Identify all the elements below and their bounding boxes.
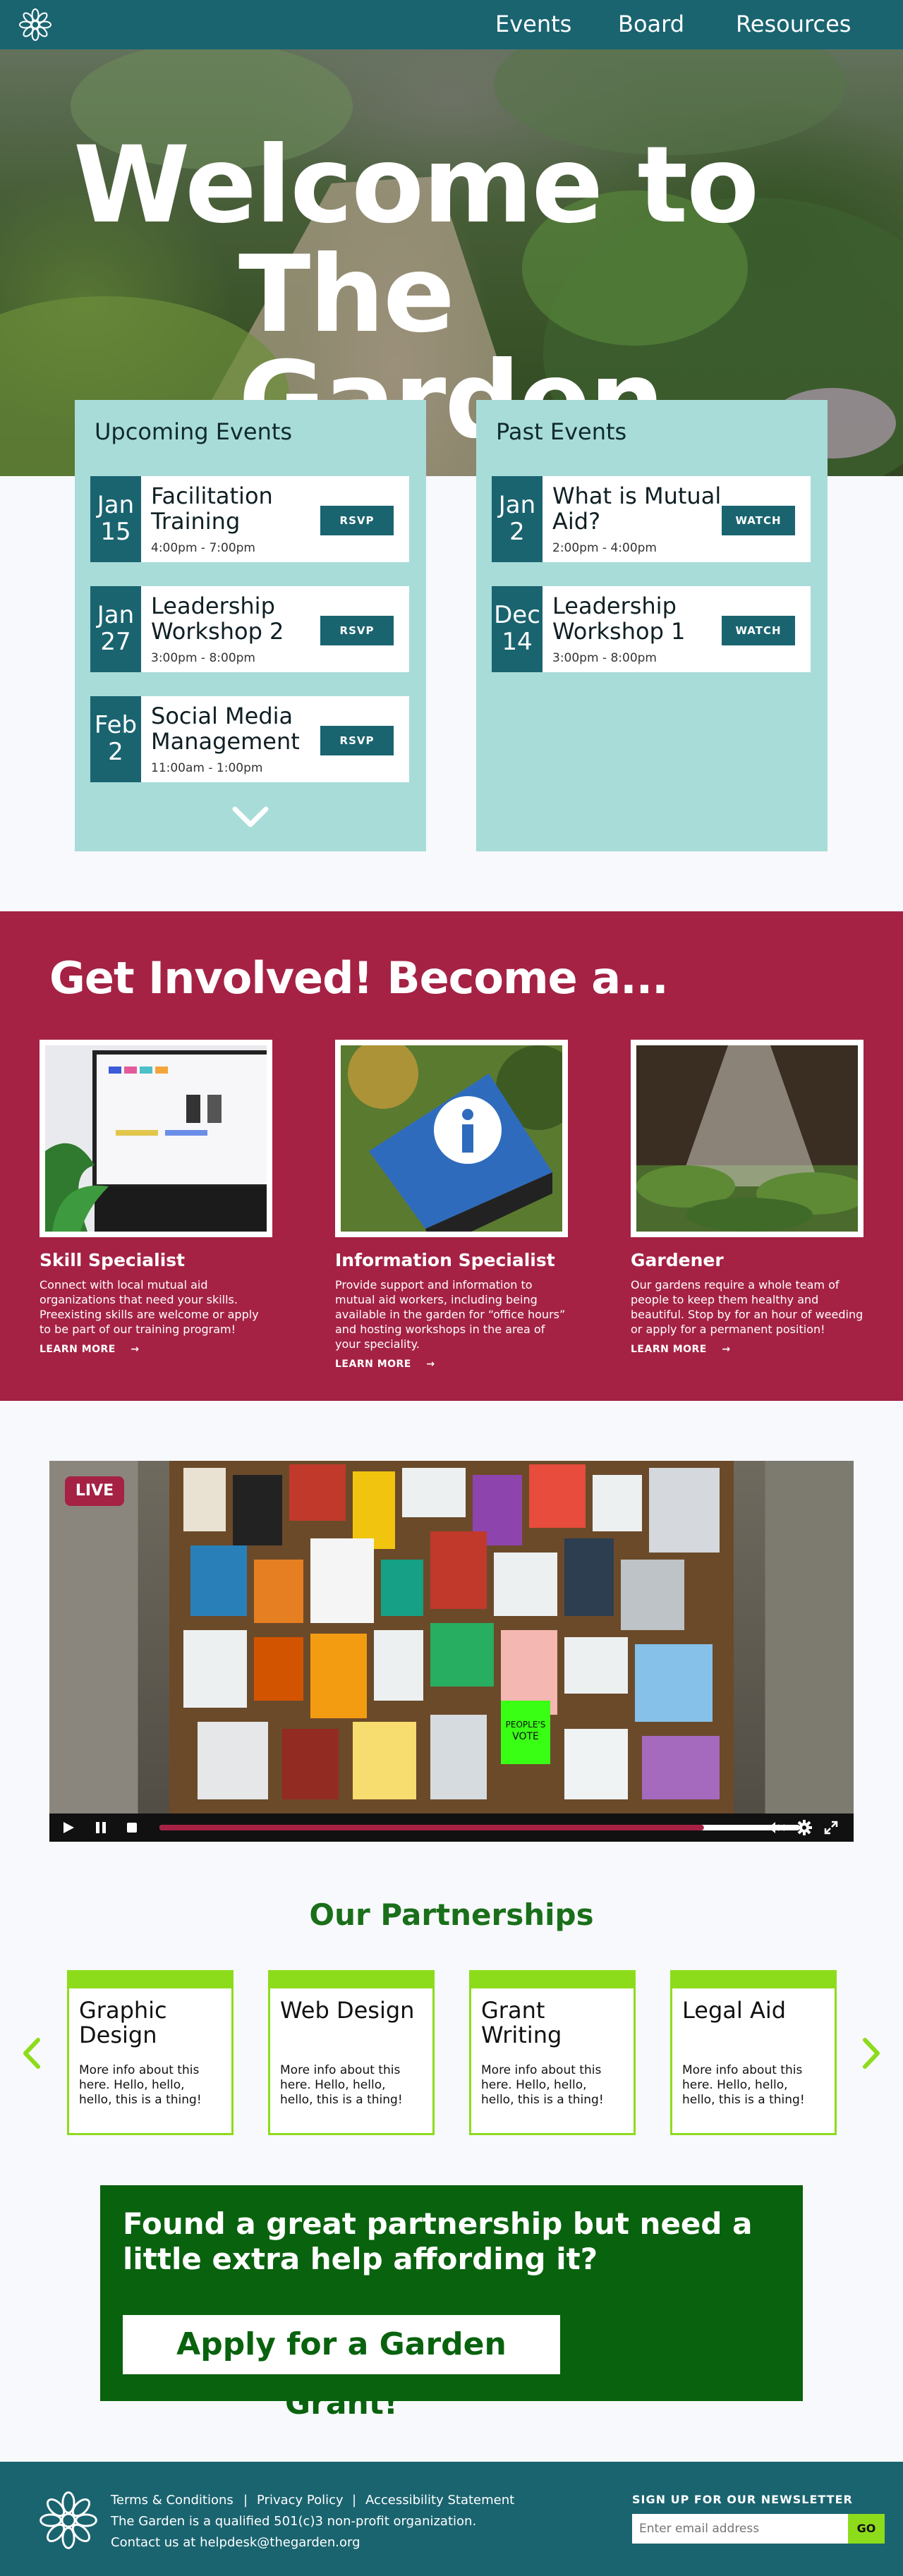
role-title: Gardener	[631, 1250, 724, 1270]
bulletin-board-image: PEOPLE'S VOTE	[169, 1461, 734, 1813]
event-time: 2:00pm - 4:00pm	[552, 541, 657, 555]
past-events-title: Past Events	[496, 418, 627, 445]
event-date: Feb 2	[90, 696, 141, 782]
watch-button[interactable]: WATCH	[722, 506, 795, 535]
role-title: Skill Specialist	[40, 1250, 186, 1270]
partnership-title: Web Design	[280, 1997, 415, 2024]
nav-board[interactable]: Board	[618, 11, 684, 37]
event-card: Dec 14 Leadership Workshop 1 3:00pm - 8:0…	[492, 586, 811, 672]
grant-callout: Found a great partnership but need a lit…	[100, 2185, 803, 2422]
flower-logo-icon[interactable]	[18, 8, 52, 42]
learn-more-link[interactable]: LEARN MORE →	[40, 1344, 272, 1355]
rsvp-button[interactable]: RSVP	[320, 616, 394, 645]
arrow-right-icon: →	[722, 1344, 731, 1355]
watering-image	[631, 1040, 863, 1237]
event-date: Jan 2	[492, 476, 543, 562]
partnerships-title: Our Partnerships	[309, 1897, 594, 1932]
role-description: Provide support and information to mutua…	[335, 1278, 566, 1351]
learn-more-link[interactable]: LEARN MORE →	[335, 1359, 568, 1370]
video-player[interactable]: PEOPLE'S VOTE LIVE	[49, 1461, 854, 1842]
event-name: Leadership Workshop 1	[552, 593, 686, 645]
event-card: Jan 2 What is Mutual Aid? 2:00pm - 4:00pm…	[492, 476, 811, 562]
event-card: Jan 15 Facilitation Training 4:00pm - 7:0…	[90, 476, 409, 562]
arrow-right-icon: →	[131, 1344, 140, 1355]
event-time: 11:00am - 1:00pm	[151, 761, 263, 775]
nav-events[interactable]: Events	[495, 11, 571, 37]
event-time: 4:00pm - 7:00pm	[151, 541, 255, 555]
flower-logo-icon	[40, 2491, 97, 2549]
laptop-image	[40, 1040, 272, 1237]
chevron-down-icon[interactable]	[231, 805, 270, 829]
footer-separator: |	[352, 2493, 357, 2508]
partnership-description: More info about this here. Hello, hello,…	[481, 2063, 604, 2107]
terms-link[interactable]: Terms & Conditions	[111, 2493, 234, 2508]
partnership-card-web-design[interactable]: Web Design More info about this here. He…	[268, 1970, 435, 2135]
poster-text-1: PEOPLE'S	[506, 1720, 546, 1730]
event-date: Jan 15	[90, 476, 141, 562]
partnership-card-grant-writing[interactable]: Grant Writing More info about this here.…	[469, 1970, 636, 2135]
partnership-description: More info about this here. Hello, hello,…	[280, 2063, 403, 2107]
event-card: Feb 2 Social Media Management 11:00am - 1…	[90, 696, 409, 782]
contact-info: Contact us at helpdesk@thegarden.org	[111, 2535, 360, 2550]
live-badge: LIVE	[65, 1476, 124, 1506]
newsletter-go-button[interactable]: GO	[848, 2514, 885, 2544]
video-progress-bar[interactable]	[159, 1825, 800, 1830]
nav-resources[interactable]: Resources	[736, 11, 851, 37]
role-title: Information Specialist	[335, 1250, 555, 1270]
role-card-information-specialist: Information Specialist Provide support a…	[335, 1040, 568, 1370]
chevron-left-icon[interactable]	[20, 2036, 42, 2071]
partnership-title: Grant Writing	[481, 1997, 562, 2048]
newsletter-email-input[interactable]	[632, 2514, 848, 2544]
event-name: Social Media Management	[151, 703, 300, 755]
newsletter-label: SIGN UP FOR OUR NEWSLETTER	[632, 2493, 853, 2506]
event-date: Dec 14	[492, 586, 543, 672]
event-name: Facilitation Training	[151, 482, 273, 535]
rsvp-button[interactable]: RSVP	[320, 726, 394, 755]
upcoming-events-title: Upcoming Events	[95, 418, 293, 445]
partnership-title: Legal Aid	[682, 1997, 787, 2024]
event-name: What is Mutual Aid?	[552, 482, 722, 535]
event-date: Jan 27	[90, 586, 141, 672]
information-sign-image	[335, 1040, 568, 1237]
mute-icon[interactable]	[766, 1821, 787, 1835]
event-time: 3:00pm - 8:00pm	[552, 651, 657, 665]
privacy-link[interactable]: Privacy Policy	[257, 2493, 344, 2508]
play-icon[interactable]	[62, 1821, 75, 1834]
get-involved-title: Get Involved! Become a...	[49, 952, 669, 1004]
partnership-title: Graphic Design	[79, 1997, 167, 2048]
role-card-gardener: Gardener Our gardens require a whole tea…	[631, 1040, 863, 1355]
past-events-panel: Past Events Jan 2 What is Mutual Aid? 2:0…	[476, 400, 828, 851]
event-card: Jan 27 Leadership Workshop 2 3:00pm - 8:0…	[90, 586, 409, 672]
event-name: Leadership Workshop 2	[151, 593, 284, 645]
poster-text-2: VOTE	[512, 1731, 539, 1742]
event-time: 3:00pm - 8:00pm	[151, 651, 255, 665]
grant-prompt: Found a great partnership but need a lit…	[123, 2206, 753, 2276]
partnership-card-graphic-design[interactable]: Graphic Design More info about this here…	[67, 1970, 234, 2135]
partnership-description: More info about this here. Hello, hello,…	[682, 2063, 805, 2107]
fullscreen-icon[interactable]	[824, 1821, 838, 1835]
partnership-description: More info about this here. Hello, hello,…	[79, 2063, 202, 2107]
hero-title-line-1: Welcome to	[73, 124, 759, 247]
chevron-right-icon[interactable]	[861, 2036, 883, 2071]
accessibility-link[interactable]: Accessibility Statement	[365, 2493, 514, 2508]
site-header: Events Board Resources	[0, 0, 903, 49]
role-card-skill-specialist: Skill Specialist Connect with local mutu…	[40, 1040, 272, 1355]
pause-icon[interactable]	[95, 1821, 107, 1834]
arrow-right-icon: →	[426, 1359, 435, 1370]
role-description: Our gardens require a whole team of peop…	[631, 1278, 863, 1336]
watch-button[interactable]: WATCH	[722, 616, 795, 645]
role-description: Connect with local mutual aid organizati…	[40, 1278, 259, 1336]
settings-gear-icon[interactable]	[796, 1819, 813, 1836]
partnership-card-legal-aid[interactable]: Legal Aid More info about this here. Hel…	[670, 1970, 837, 2135]
get-involved-section: Get Involved! Become a... Skill Speciali…	[0, 911, 903, 1401]
apply-grant-button[interactable]: Apply for a Garden Grant!	[123, 2315, 560, 2422]
upcoming-events-panel: Upcoming Events Jan 15 Facilitation Train…	[75, 400, 426, 851]
video-controls	[49, 1813, 854, 1842]
learn-more-link[interactable]: LEARN MORE →	[631, 1344, 863, 1355]
footer-separator: |	[243, 2493, 248, 2508]
nonprofit-statement: The Garden is a qualified 501(c)3 non-pr…	[111, 2514, 477, 2529]
rsvp-button[interactable]: RSVP	[320, 506, 394, 535]
site-footer: Terms & Conditions | Privacy Policy | Ac…	[0, 2462, 903, 2576]
stop-icon[interactable]	[126, 1821, 138, 1834]
